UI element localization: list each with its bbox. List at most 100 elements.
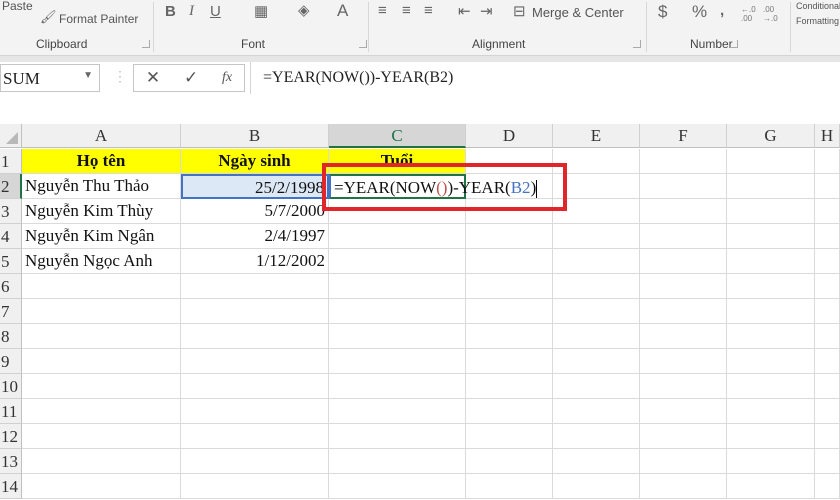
cell-a5[interactable]: Nguyễn Ngọc Anh <box>22 249 181 274</box>
cell-g10[interactable] <box>727 374 815 399</box>
cell-f2[interactable] <box>640 174 727 199</box>
cell-b8[interactable] <box>181 324 329 349</box>
cell-f8[interactable] <box>640 324 727 349</box>
cell-g9[interactable] <box>727 349 815 374</box>
cell-b7[interactable] <box>181 299 329 324</box>
cell-b9[interactable] <box>181 349 329 374</box>
row-header-9[interactable]: 9 <box>0 349 22 374</box>
cell-d5[interactable] <box>466 249 553 274</box>
cell-e11[interactable] <box>553 399 640 424</box>
cell-f6[interactable] <box>640 274 727 299</box>
cell-b10[interactable] <box>181 374 329 399</box>
clipboard-launcher-icon[interactable] <box>142 40 150 48</box>
cell-h7[interactable] <box>815 299 840 324</box>
cell-f3[interactable] <box>640 199 727 224</box>
column-header-h[interactable]: H <box>815 124 840 148</box>
cell-f13[interactable] <box>640 449 727 474</box>
cell-h14[interactable] <box>815 474 840 499</box>
currency-button[interactable]: $ <box>658 2 667 22</box>
cell-d14[interactable] <box>466 474 553 499</box>
cell-a4[interactable]: Nguyễn Kim Ngân <box>22 224 181 249</box>
cell-h11[interactable] <box>815 399 840 424</box>
align-left-icon[interactable]: ≡ <box>378 2 387 19</box>
cell-a1[interactable]: Họ tên <box>22 149 181 174</box>
cell-a6[interactable] <box>22 274 181 299</box>
cell-g2[interactable] <box>727 174 815 199</box>
cell-e10[interactable] <box>553 374 640 399</box>
cell-h12[interactable] <box>815 424 840 449</box>
column-header-a[interactable]: A <box>22 124 181 148</box>
percent-button[interactable]: % <box>692 2 707 22</box>
cell-b6[interactable] <box>181 274 329 299</box>
bold-button[interactable]: B <box>165 3 176 20</box>
resize-handle-icon[interactable]: ⋮ <box>113 68 127 85</box>
cell-g5[interactable] <box>727 249 815 274</box>
row-header-6[interactable]: 6 <box>0 274 22 299</box>
italic-button[interactable]: I <box>189 3 194 20</box>
select-all-button[interactable] <box>0 124 22 148</box>
cell-a7[interactable] <box>22 299 181 324</box>
cell-a13[interactable] <box>22 449 181 474</box>
name-box[interactable]: SUM ▼ <box>0 64 100 92</box>
cell-g3[interactable] <box>727 199 815 224</box>
cell-b2[interactable]: 25/2/1998 <box>181 174 329 199</box>
alignment-launcher-icon[interactable] <box>633 40 641 48</box>
cell-h8[interactable] <box>815 324 840 349</box>
cell-d11[interactable] <box>466 399 553 424</box>
cell-d10[interactable] <box>466 374 553 399</box>
cell-e6[interactable] <box>553 274 640 299</box>
cell-c6[interactable] <box>329 274 466 299</box>
row-header-5[interactable]: 5 <box>0 249 22 274</box>
cell-h4[interactable] <box>815 224 840 249</box>
formula-input[interactable]: =YEAR(NOW())-YEAR(B2) <box>250 62 840 94</box>
cell-b12[interactable] <box>181 424 329 449</box>
cell-f1[interactable] <box>640 149 727 174</box>
insert-function-button[interactable]: fx <box>222 70 232 86</box>
cell-b5[interactable]: 1/12/2002 <box>181 249 329 274</box>
underline-button[interactable]: U <box>210 3 221 20</box>
cell-c11[interactable] <box>329 399 466 424</box>
cell-b4[interactable]: 2/4/1997 <box>181 224 329 249</box>
cell-e4[interactable] <box>553 224 640 249</box>
cell-c14[interactable] <box>329 474 466 499</box>
row-header-3[interactable]: 3 <box>0 199 22 224</box>
cell-g1[interactable] <box>727 149 815 174</box>
enter-button[interactable]: ✓ <box>184 68 198 88</box>
row-header-13[interactable]: 13 <box>0 449 22 474</box>
cell-g13[interactable] <box>727 449 815 474</box>
row-header-12[interactable]: 12 <box>0 424 22 449</box>
cell-d6[interactable] <box>466 274 553 299</box>
cell-h2[interactable] <box>815 174 840 199</box>
align-center-icon[interactable]: ≡ <box>402 2 411 19</box>
cell-c9[interactable] <box>329 349 466 374</box>
row-header-1[interactable]: 1 <box>0 149 22 174</box>
increase-indent-icon[interactable]: ⇥ <box>480 2 493 20</box>
cell-c2[interactable]: =YEAR(NOW())-YEAR(B2) <box>329 174 538 199</box>
cell-c13[interactable] <box>329 449 466 474</box>
chevron-down-icon[interactable]: ▼ <box>83 70 93 81</box>
row-header-10[interactable]: 10 <box>0 374 22 399</box>
cell-h13[interactable] <box>815 449 840 474</box>
cell-e13[interactable] <box>553 449 640 474</box>
column-header-f[interactable]: F <box>640 124 727 148</box>
column-header-d[interactable]: D <box>466 124 553 148</box>
cell-c7[interactable] <box>329 299 466 324</box>
conditional-formatting-line2[interactable]: Formatting <box>796 16 840 26</box>
cell-f4[interactable] <box>640 224 727 249</box>
cell-g7[interactable] <box>727 299 815 324</box>
paste-button[interactable]: Paste <box>2 0 33 13</box>
cell-g14[interactable] <box>727 474 815 499</box>
decrease-decimal-button[interactable]: .00 →.0 <box>763 5 779 23</box>
column-header-b[interactable]: B <box>181 124 329 148</box>
format-painter-button[interactable]: Format Painter <box>59 12 138 26</box>
cell-h10[interactable] <box>815 374 840 399</box>
fill-color-icon[interactable]: ◈ <box>298 1 310 19</box>
cell-e12[interactable] <box>553 424 640 449</box>
cell-f5[interactable] <box>640 249 727 274</box>
cell-a8[interactable] <box>22 324 181 349</box>
cell-e14[interactable] <box>553 474 640 499</box>
row-header-4[interactable]: 4 <box>0 224 22 249</box>
cell-f11[interactable] <box>640 399 727 424</box>
cell-a9[interactable] <box>22 349 181 374</box>
cell-a3[interactable]: Nguyễn Kim Thùy <box>22 199 181 224</box>
